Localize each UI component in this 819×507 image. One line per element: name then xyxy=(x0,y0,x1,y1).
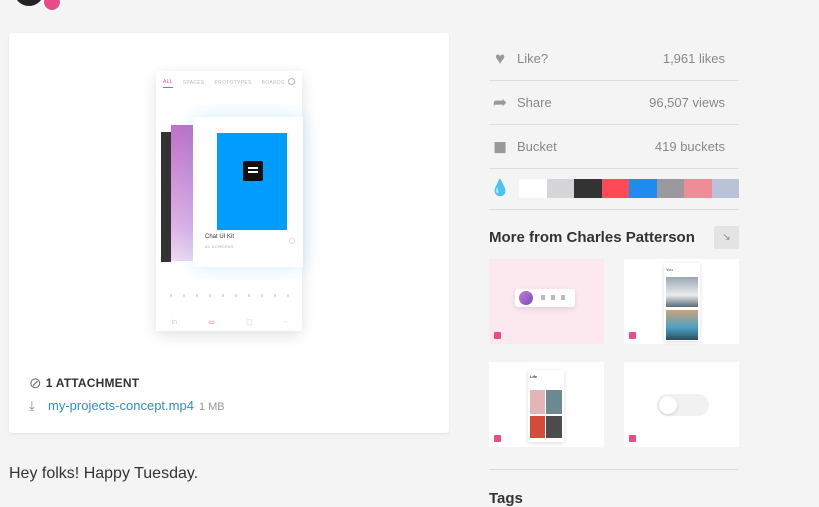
attachment-link[interactable]: my-projects-concept.mp4 xyxy=(48,398,194,413)
color-swatch[interactable] xyxy=(546,178,574,198)
card-title: Chat UI Kit xyxy=(205,234,235,240)
palette-swatches xyxy=(519,178,739,198)
attachment-file: ⤓ my-projects-concept.mp4 1 MB xyxy=(29,398,225,414)
related-shot-thumb[interactable] xyxy=(489,259,604,344)
bucket-label[interactable]: Bucket xyxy=(517,139,655,154)
attachment-size: 1 MB xyxy=(198,401,225,413)
gif-badge xyxy=(629,332,636,339)
color-swatch[interactable] xyxy=(519,178,547,198)
color-swatch[interactable] xyxy=(629,178,657,198)
bookmark-icon: ▢ xyxy=(246,319,253,326)
landscape-image xyxy=(666,310,698,340)
pro-badge xyxy=(42,0,62,12)
album-disc xyxy=(519,291,533,305)
gallery-image xyxy=(546,416,562,438)
bucket-icon: ◼ xyxy=(492,136,508,156)
share-row[interactable]: ➦ Share 96,507 views xyxy=(489,81,739,125)
color-swatch[interactable] xyxy=(711,178,739,198)
chat-icon xyxy=(243,161,263,181)
shot-description: Hey folks! Happy Tuesday. xyxy=(9,465,199,482)
bucket-row[interactable]: ◼ Bucket 419 buckets xyxy=(489,125,739,169)
shot-card: ALL SPACES PROTOTYPES BOARDS Chat UI Kit… xyxy=(9,33,449,433)
phone-bottom-nav: in ▭ ▢ ◦ xyxy=(156,313,302,331)
share-icon: ➦ xyxy=(492,92,508,112)
divider xyxy=(489,469,739,470)
like-row[interactable]: ♥ Like? 1,961 likes xyxy=(489,37,739,81)
color-palette: 💧 xyxy=(489,167,739,210)
buckets-count[interactable]: 419 buckets xyxy=(655,139,725,154)
author-avatar[interactable] xyxy=(14,0,44,6)
download-icon[interactable]: ⤓ xyxy=(29,398,43,414)
droplet-icon: 💧 xyxy=(490,180,510,197)
likes-count[interactable]: 1,961 likes xyxy=(663,51,725,66)
phone-tab-all: ALL xyxy=(163,79,173,88)
card-cover xyxy=(217,133,287,230)
folder-icon: ▭ xyxy=(208,319,215,326)
attachment-heading: ⊘ 1 ATTACHMENT xyxy=(29,374,139,392)
gif-badge xyxy=(494,435,501,442)
linkedin-icon: in xyxy=(171,318,178,326)
mini-phone-preview: Life xyxy=(528,370,564,442)
related-shot-thumb[interactable] xyxy=(624,362,739,447)
phone-mockup: ALL SPACES PROTOTYPES BOARDS Chat UI Kit… xyxy=(156,71,303,331)
tags-heading: Tags xyxy=(489,490,523,507)
gallery-image xyxy=(546,390,562,414)
like-label[interactable]: Like? xyxy=(517,51,663,66)
phone-tab-boards: BOARDS xyxy=(261,80,285,86)
gallery-image xyxy=(530,416,545,438)
color-swatch[interactable] xyxy=(601,178,629,198)
arrow-icon[interactable]: ↘ xyxy=(714,226,739,249)
user-icon: ◦ xyxy=(283,318,287,326)
color-swatch[interactable] xyxy=(656,178,684,198)
mini-phone-label: Life xyxy=(530,374,538,379)
heart-icon: ♥ xyxy=(494,48,506,68)
more-from-heading[interactable]: More from Charles Patterson xyxy=(489,229,695,246)
phone-tab-prototypes: PROTOTYPES xyxy=(214,80,252,86)
color-swatch[interactable] xyxy=(684,178,712,198)
mini-phone-label: You xyxy=(666,267,673,272)
views-count: 96,507 views xyxy=(649,95,725,110)
stats-panel: ♥ Like? 1,961 likes ➦ Share 96,507 views… xyxy=(489,37,739,169)
page-dots xyxy=(170,294,294,297)
mountain-image xyxy=(666,277,698,307)
paperclip-icon: ⊘ xyxy=(29,375,42,392)
share-label[interactable]: Share xyxy=(517,95,649,110)
toggle-knob xyxy=(659,396,677,414)
phone-tab-spaces: SPACES xyxy=(182,80,205,86)
heart-icon xyxy=(289,238,295,244)
shot-preview[interactable]: ALL SPACES PROTOTYPES BOARDS Chat UI Kit… xyxy=(149,71,309,341)
mini-phone-preview: You xyxy=(664,263,700,341)
search-icon xyxy=(288,78,295,85)
gif-badge xyxy=(494,332,501,339)
music-player-preview xyxy=(515,289,575,307)
phone-tabs: ALL SPACES PROTOTYPES BOARDS xyxy=(156,71,302,95)
color-swatch[interactable] xyxy=(574,178,602,198)
chat-ui-kit-card: Chat UI Kit 60 SCREENS xyxy=(193,117,303,267)
gallery-image xyxy=(530,390,545,414)
gif-badge xyxy=(629,435,636,442)
player-controls xyxy=(541,295,569,300)
related-shot-thumb[interactable]: You xyxy=(624,259,739,344)
attachment-count: 1 ATTACHMENT xyxy=(45,376,140,390)
toggle-preview xyxy=(657,394,709,416)
related-shot-thumb[interactable]: Life xyxy=(489,362,604,447)
card-subtitle: 60 SCREENS xyxy=(205,244,234,249)
